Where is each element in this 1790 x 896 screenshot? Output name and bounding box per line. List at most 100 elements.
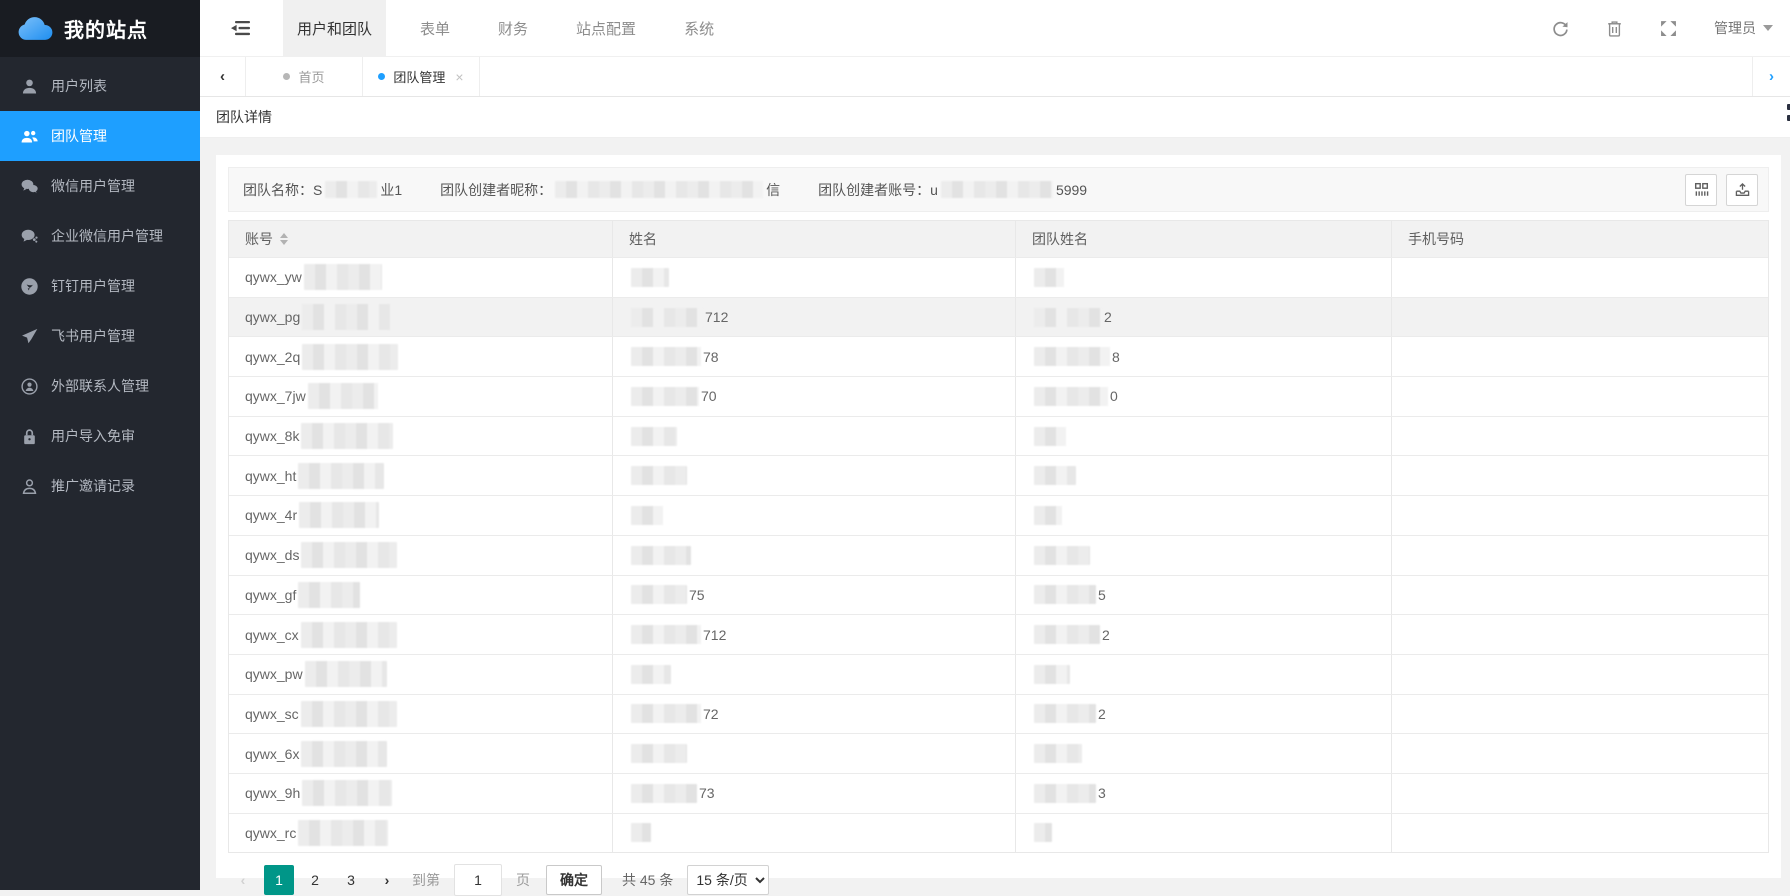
page-number-button[interactable]: 1 [264, 865, 294, 895]
sidebar-item-label: 钉钉用户管理 [51, 276, 135, 296]
sidebar-item[interactable]: 企业微信用户管理 [0, 211, 200, 261]
masked-value [1034, 427, 1066, 446]
table-row: qywx_6x [229, 733, 1768, 773]
table-row: qywx_ds [229, 535, 1768, 575]
cell-account: qywx_2q [229, 337, 613, 376]
top-navbar: 用户和团队 表单 财务 站点配置 系统 [200, 0, 1790, 57]
sidebar-item-label: 微信用户管理 [51, 176, 135, 196]
prev-page-button[interactable]: ‹ [228, 865, 258, 895]
masked-value [1034, 784, 1096, 803]
sidebar-item[interactable]: 微信用户管理 [0, 161, 200, 211]
table-row: qywx_9h 73 3 [229, 773, 1768, 813]
cell-phone [1392, 536, 1768, 575]
sidebar-item[interactable]: 外部联系人管理 [0, 361, 200, 411]
masked-value [1034, 506, 1062, 525]
sidebar-item[interactable]: 团队管理 [0, 111, 200, 161]
cell-team-name [1016, 536, 1392, 575]
tabbar-scroll-left-icon[interactable]: ‹ [200, 57, 246, 96]
cell-name [613, 496, 1016, 535]
confirm-button[interactable]: 确定 [546, 865, 602, 895]
tab-dot-icon [283, 73, 290, 80]
masked-value [301, 542, 397, 568]
top-nav-tab[interactable]: 用户和团队 [283, 0, 386, 57]
cell-phone [1392, 337, 1768, 376]
top-nav-tab[interactable]: 财务 [484, 0, 542, 57]
sort-icon[interactable] [280, 233, 288, 245]
masked-value [631, 665, 671, 684]
table-row: qywx_yw [229, 257, 1768, 297]
sidebar-item-label: 推广邀请记录 [51, 476, 135, 496]
sidebar-item-label: 用户列表 [51, 76, 107, 96]
top-nav-tab[interactable]: 站点配置 [562, 0, 650, 57]
dingtalk-icon [21, 278, 38, 295]
masked-value [1034, 665, 1070, 684]
goto-page-input[interactable] [454, 864, 502, 896]
sidebar-item[interactable]: 飞书用户管理 [0, 311, 200, 361]
cell-phone [1392, 774, 1768, 813]
masked-value [1034, 546, 1090, 565]
masked-value [631, 347, 701, 366]
masked-value [301, 622, 397, 648]
masked-value [631, 506, 663, 525]
table-toolbar [1685, 174, 1758, 206]
close-icon[interactable]: × [455, 69, 463, 85]
top-nav-tab[interactable]: 系统 [670, 0, 728, 57]
cell-account: qywx_6x [229, 734, 613, 773]
feishu-icon [21, 328, 38, 345]
page-tab[interactable]: 团队管理 × [363, 57, 480, 96]
info-field: 团队名称： S 业1 [243, 180, 402, 200]
admin-dropdown[interactable]: 管理员 [1714, 18, 1773, 38]
masked-value [1034, 268, 1064, 287]
masked-value [631, 268, 669, 287]
export-button[interactable] [1726, 174, 1758, 206]
page-number-button[interactable]: 3 [336, 865, 366, 895]
cell-team-name [1016, 258, 1392, 297]
cell-team-name: 2 [1016, 615, 1392, 654]
sidebar-item[interactable]: 钉钉用户管理 [0, 261, 200, 311]
tabbar-scroll-right-icon[interactable]: › [1752, 57, 1790, 96]
table-row: qywx_8k [229, 416, 1768, 456]
cell-name [613, 655, 1016, 694]
masked-value [299, 502, 379, 528]
cell-phone [1392, 814, 1768, 853]
column-filter-button[interactable] [1685, 174, 1717, 206]
fullscreen-icon[interactable] [1660, 20, 1677, 37]
page-number-button[interactable]: 2 [300, 865, 330, 895]
top-nav-tabs: 用户和团队 表单 财务 站点配置 系统 [283, 0, 728, 57]
app-title: 我的站点 [64, 14, 148, 43]
trash-icon[interactable] [1606, 20, 1623, 37]
masked-value [308, 383, 378, 409]
refresh-icon[interactable] [1552, 20, 1569, 37]
masked-value [301, 423, 393, 449]
cell-name [613, 456, 1016, 495]
page-tab[interactable]: 首页 × [246, 57, 363, 96]
cell-phone [1392, 258, 1768, 297]
table-header-row: 账号 姓名 团队姓名 手机号码 [229, 221, 1768, 257]
cell-team-name [1016, 456, 1392, 495]
cell-account: qywx_pw [229, 655, 613, 694]
sidebar-item[interactable]: 用户列表 [0, 61, 200, 111]
per-page-select[interactable]: 15 条/页 [687, 865, 769, 895]
cell-phone [1392, 417, 1768, 456]
sidebar-item[interactable]: 用户导入免审 [0, 411, 200, 461]
masked-value [631, 585, 687, 604]
sidebar-item[interactable]: 推广邀请记录 [0, 461, 200, 511]
chevron-down-icon [1763, 25, 1773, 31]
cell-account: qywx_ds [229, 536, 613, 575]
cell-phone [1392, 734, 1768, 773]
table-row: qywx_2q 78 8 [229, 336, 1768, 376]
user-icon [21, 78, 38, 95]
masked-value [941, 181, 1053, 198]
cell-phone [1392, 298, 1768, 337]
masked-value [631, 427, 677, 446]
table-row: qywx_pw [229, 654, 1768, 694]
masked-value [298, 463, 384, 489]
masked-value [631, 625, 701, 644]
total-count: 共 45 条 [622, 870, 673, 890]
cell-account: qywx_cx [229, 615, 613, 654]
top-nav-tab[interactable]: 表单 [406, 0, 464, 57]
collapse-menu-icon[interactable] [200, 0, 283, 57]
cell-name [613, 417, 1016, 456]
cell-name [613, 734, 1016, 773]
next-page-button[interactable]: › [372, 865, 402, 895]
